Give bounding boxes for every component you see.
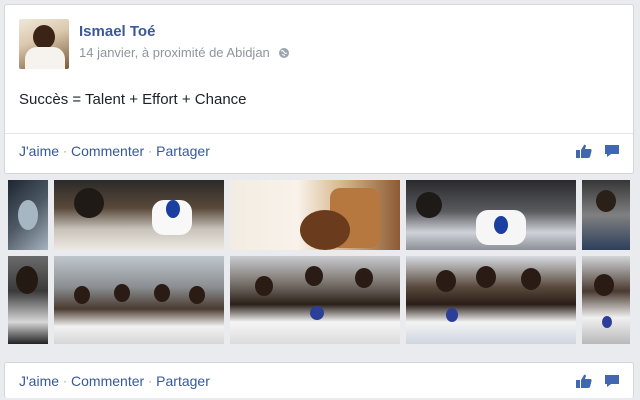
post-header: Ismael Toé 14 janvier, à proximité de Ab…	[19, 19, 290, 69]
post-text: Succès = Talent + Effort + Chance	[19, 91, 247, 108]
photo-thumbnail[interactable]	[54, 256, 224, 344]
photo-thumbnail[interactable]	[54, 180, 224, 250]
photo-thumbnail[interactable]	[406, 256, 576, 344]
separator: ·	[63, 374, 68, 388]
author-name[interactable]: Ismael Toé	[79, 23, 290, 41]
photo-footer-card: J'aime · Commenter · Partager	[4, 362, 634, 398]
thumbs-up-icon[interactable]	[575, 143, 593, 159]
thumbs-up-icon[interactable]	[575, 373, 593, 389]
post-meta: Ismael Toé 14 janvier, à proximité de Ab…	[79, 19, 290, 69]
photo-thumbnail[interactable]	[230, 256, 400, 344]
like-link[interactable]: J'aime	[19, 143, 59, 159]
avatar-head	[33, 25, 55, 49]
photo-thumbnail[interactable]	[406, 180, 576, 250]
comment-icon[interactable]	[603, 143, 621, 159]
share-link[interactable]: Partager	[156, 143, 210, 159]
photo-thumbnail[interactable]	[582, 180, 630, 250]
post-actions: J'aime · Commenter · Partager	[19, 143, 210, 159]
post-right-icons	[575, 143, 621, 159]
divider	[5, 133, 633, 134]
photo-grid	[8, 180, 630, 344]
comment-icon[interactable]	[603, 373, 621, 389]
post-subline: 14 janvier, à proximité de Abidjan	[79, 45, 290, 60]
avatar-torso	[25, 47, 65, 69]
separator: ·	[63, 144, 68, 158]
footer-right-icons	[575, 373, 621, 389]
globe-icon[interactable]	[278, 47, 290, 59]
timestamp-location[interactable]: 14 janvier, à proximité de Abidjan	[79, 45, 270, 60]
photo-thumbnail[interactable]	[8, 180, 48, 250]
comment-link[interactable]: Commenter	[71, 143, 144, 159]
footer-actions: J'aime · Commenter · Partager	[19, 373, 210, 389]
separator: ·	[148, 144, 153, 158]
avatar[interactable]	[19, 19, 69, 69]
like-link[interactable]: J'aime	[19, 373, 59, 389]
comment-link[interactable]: Commenter	[71, 373, 144, 389]
separator: ·	[148, 374, 153, 388]
share-link[interactable]: Partager	[156, 373, 210, 389]
photo-thumbnail[interactable]	[230, 180, 400, 250]
post-card: Ismael Toé 14 janvier, à proximité de Ab…	[4, 4, 634, 174]
photo-thumbnail[interactable]	[582, 256, 630, 344]
photo-thumbnail[interactable]	[8, 256, 48, 344]
